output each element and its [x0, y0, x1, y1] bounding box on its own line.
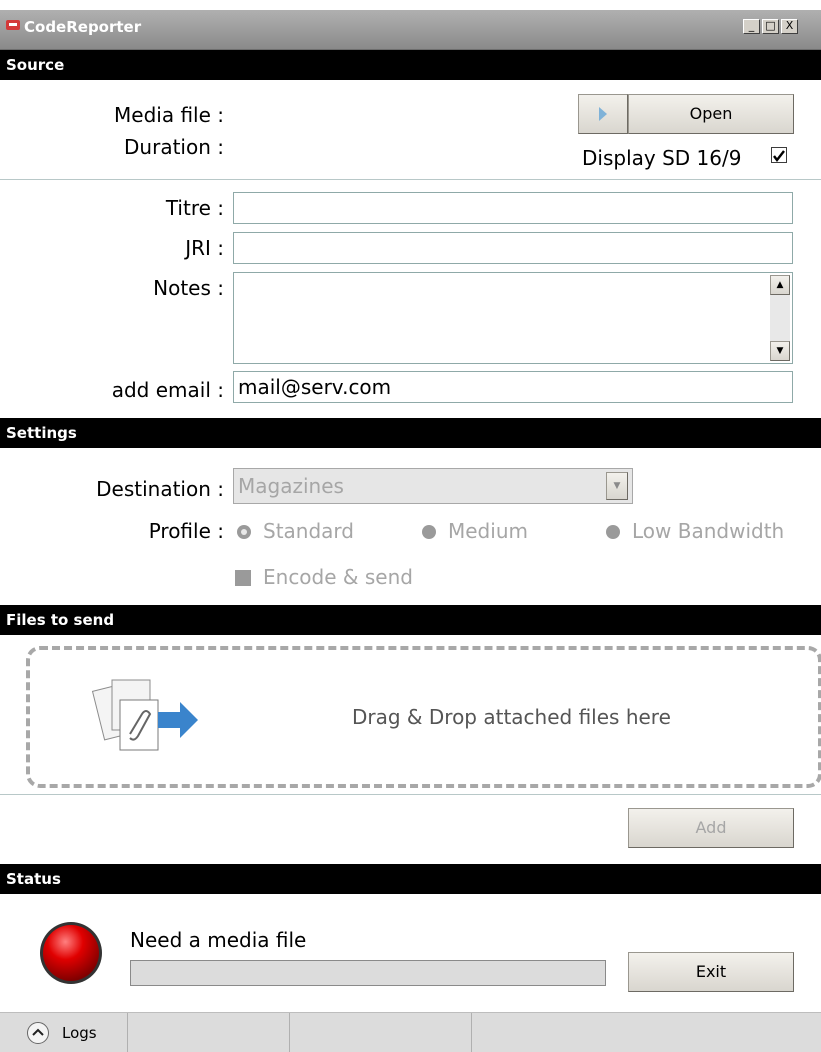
notes-textarea[interactable]: ▲ ▼: [233, 272, 793, 364]
scroll-up-icon[interactable]: ▲: [770, 275, 790, 295]
file-dropzone[interactable]: Drag & Drop attached files here: [26, 646, 821, 788]
display-sd-checkbox[interactable]: [771, 147, 787, 163]
destination-label: Destination :: [96, 477, 224, 501]
settings-section-header: Settings: [0, 418, 821, 448]
profile-low-bandwidth-radio[interactable]: [606, 525, 620, 539]
media-file-label: Media file :: [114, 103, 224, 127]
notes-scrollbar[interactable]: ▲ ▼: [770, 275, 790, 361]
encode-send-label: Encode & send: [263, 565, 413, 589]
notes-label: Notes :: [153, 276, 224, 300]
divider: [0, 179, 821, 180]
play-icon: [599, 107, 607, 121]
profile-standard-label: Standard: [263, 519, 354, 543]
status-cell: [128, 1013, 290, 1052]
files-section-header: Files to send: [0, 605, 821, 635]
drop-hint-text: Drag & Drop attached files here: [352, 705, 671, 729]
checkmark-icon: [773, 150, 785, 162]
logs-toggle[interactable]: Logs: [0, 1013, 128, 1052]
email-label: add email :: [111, 378, 224, 402]
status-message: Need a media file: [130, 928, 307, 952]
window-title: CodeReporter: [24, 18, 142, 36]
maximize-button[interactable]: □: [762, 19, 779, 34]
minimize-button[interactable]: _: [743, 19, 760, 34]
status-bar: Logs: [0, 1012, 821, 1052]
display-sd-label: Display SD 16/9: [582, 146, 742, 170]
app-logo-icon: [6, 20, 20, 30]
profile-medium-label: Medium: [448, 519, 528, 543]
scroll-down-icon[interactable]: ▼: [770, 341, 790, 361]
titre-label: Titre :: [165, 196, 224, 220]
title-bar: CodeReporter _ □ X: [0, 10, 821, 50]
titre-input[interactable]: [233, 192, 793, 224]
add-button[interactable]: Add: [628, 808, 794, 848]
profile-standard-radio[interactable]: [237, 525, 251, 539]
duration-label: Duration :: [124, 135, 224, 159]
logs-label: Logs: [62, 1024, 97, 1042]
status-indicator-icon: [40, 922, 102, 984]
destination-select[interactable]: Magazines ▼: [233, 468, 633, 504]
divider: [0, 794, 821, 795]
email-input[interactable]: mail@serv.com: [233, 371, 793, 403]
chevron-down-icon[interactable]: ▼: [606, 472, 628, 500]
source-section-header: Source: [0, 50, 821, 80]
open-button[interactable]: Open: [628, 94, 794, 134]
status-cell: [290, 1013, 472, 1052]
profile-label: Profile :: [148, 519, 224, 543]
chevron-up-icon: [27, 1022, 49, 1044]
play-button[interactable]: [578, 94, 628, 134]
close-button[interactable]: X: [781, 19, 798, 34]
progress-bar: [130, 960, 606, 986]
status-section-header: Status: [0, 864, 821, 894]
encode-send-checkbox[interactable]: [235, 570, 251, 586]
exit-button[interactable]: Exit: [628, 952, 794, 992]
jri-label: JRI :: [185, 236, 224, 260]
jri-input[interactable]: [233, 232, 793, 264]
attach-files-icon: [91, 679, 198, 751]
profile-medium-radio[interactable]: [422, 525, 436, 539]
profile-low-bandwidth-label: Low Bandwidth: [632, 519, 785, 543]
